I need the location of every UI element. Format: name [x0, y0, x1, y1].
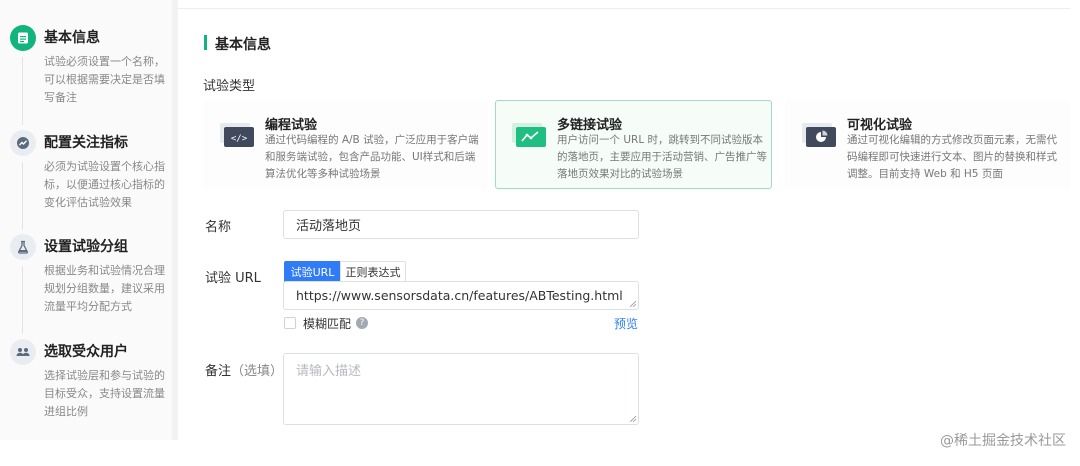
step-connector	[22, 162, 23, 230]
code-icon: </>	[220, 123, 254, 147]
note-label-text: 备注	[205, 364, 232, 379]
fuzzy-match-label: 模糊匹配	[303, 317, 352, 331]
url-value: https://www.sensorsdata.cn/features/ABTe…	[296, 288, 623, 303]
note-optional-text: （选填）	[231, 364, 284, 379]
top-divider	[175, 8, 1070, 9]
help-icon[interactable]: ?	[356, 317, 368, 329]
step-connector	[22, 266, 23, 334]
step-desc: 根据业务和试验情况合理规划分组数量，建议采用流量平均分配方式	[44, 264, 165, 313]
visual-chart-icon	[802, 123, 836, 147]
tab-experiment-url[interactable]: 试验URL	[284, 261, 341, 282]
tab-regex[interactable]: 正则表达式	[340, 261, 406, 282]
steps-sidebar-edge	[172, 0, 178, 440]
users-icon	[10, 339, 36, 365]
document-icon	[10, 25, 36, 51]
note-textarea[interactable]: 请输入描述	[283, 353, 639, 425]
card-title: 多链接试验	[557, 118, 623, 133]
type-card-multi-link[interactable]: 多链接试验 用户访问一个 URL 时，跳转到不同试验版本的落地页，主要应用于活动…	[495, 100, 772, 189]
resize-handle-icon[interactable]	[630, 301, 636, 307]
resize-handle-icon[interactable]	[630, 416, 636, 422]
step-desc: 必须为试验设置个核心指标，以便通过核心指标的变化评估试验效果	[44, 160, 165, 209]
section-title: 基本信息	[215, 37, 271, 53]
step-title: 设置试验分组	[44, 239, 128, 255]
experiment-type-label: 试验类型	[203, 79, 256, 94]
name-label: 名称	[205, 220, 232, 235]
note-label: 备注（选填）	[205, 360, 283, 379]
name-input[interactable]: 活动落地页	[283, 210, 639, 239]
card-desc: 通过代码编程的 A/B 试验，广泛应用于客户端和服务端试验，包含产品功能、UI样…	[265, 134, 479, 180]
link-chart-icon	[512, 123, 546, 147]
trend-icon	[10, 130, 36, 156]
url-label: 试验 URL	[205, 271, 261, 286]
step-connector	[22, 57, 23, 125]
step-title: 基本信息	[44, 30, 100, 46]
preview-link[interactable]: 预览	[614, 315, 638, 332]
step-desc: 试验必须设置一个名称，可以根据需要决定是否填写备注	[44, 55, 165, 104]
step-title: 选取受众用户	[44, 344, 128, 360]
svg-text:</>: </>	[231, 134, 248, 144]
section-accent-bar	[204, 35, 207, 50]
step-title: 配置关注指标	[44, 135, 128, 151]
card-desc: 用户访问一个 URL 时，跳转到不同试验版本的落地页，主要应用于活动营销、广告推…	[557, 134, 767, 180]
card-desc: 通过可视化编辑的方式修改页面元素，无需代码编程即可快速进行文本、图片的替换和样式…	[847, 134, 1057, 180]
type-card-visual[interactable]: 可视化试验 通过可视化编辑的方式修改页面元素，无需代码编程即可快速进行文本、图片…	[785, 100, 1070, 189]
watermark-text: @稀土掘金技术社区	[940, 433, 1066, 449]
card-title: 编程试验	[265, 118, 318, 133]
note-placeholder: 请输入描述	[296, 364, 362, 379]
step-desc: 选择试验层和参与试验的目标受众，支持设置流量进组比例	[44, 369, 165, 418]
url-input[interactable]: https://www.sensorsdata.cn/features/ABTe…	[283, 281, 639, 310]
type-card-programming[interactable]: </> 编程试验 通过代码编程的 A/B 试验，广泛应用于客户端和服务端试验，包…	[203, 100, 488, 189]
fuzzy-match-checkbox[interactable]	[284, 317, 296, 329]
flask-icon	[10, 234, 36, 260]
card-title: 可视化试验	[847, 118, 913, 133]
